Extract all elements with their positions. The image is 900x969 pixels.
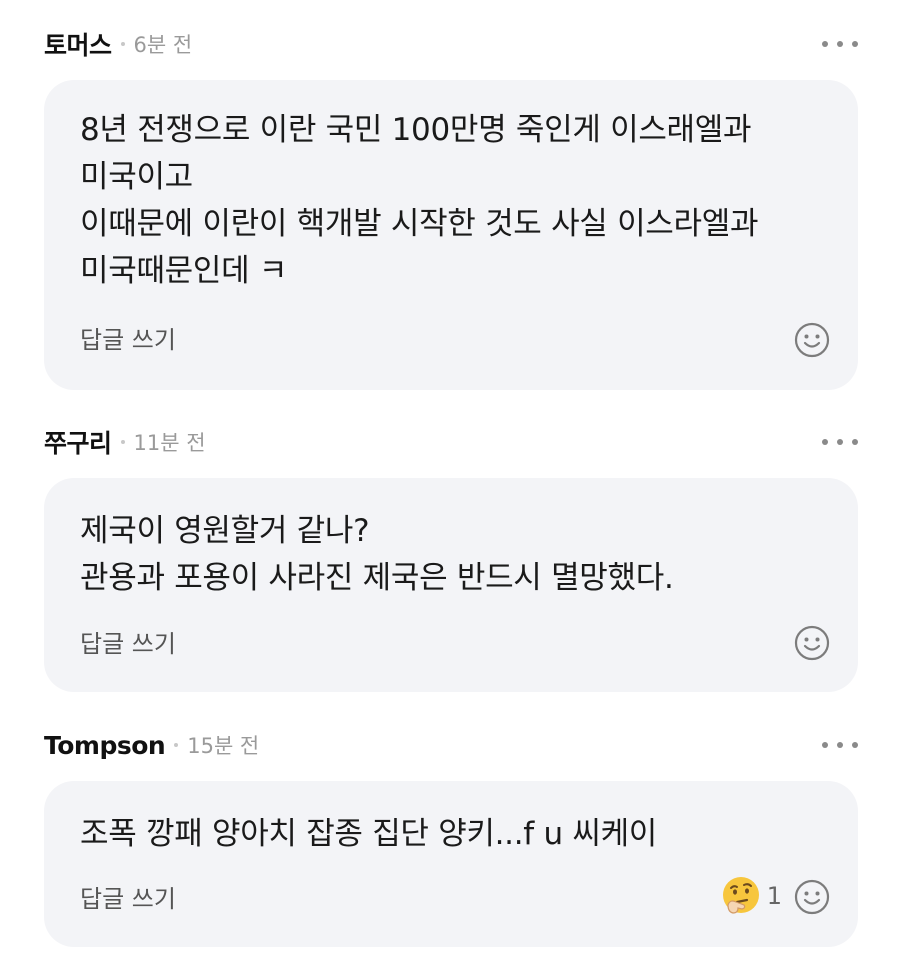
more-dot <box>822 439 828 445</box>
reply-button[interactable]: 답글 쓰기 <box>80 879 176 914</box>
comment-time: 15분 전 <box>187 734 260 758</box>
comment-time: 6분 전 <box>133 33 193 57</box>
separator-dot <box>174 743 179 747</box>
separator-dot <box>120 42 125 46</box>
comment-bubble: 제국이 영원할거 같나? 관용과 포용이 사라진 제국은 반드시 멸망했다. 답… <box>44 478 858 692</box>
thinking-face-icon[interactable] <box>720 875 762 917</box>
comment-text: 조폭 깡패 양아치 잡종 집단 양키...f u 씨케이 <box>80 816 658 852</box>
separator-dot <box>120 440 125 444</box>
comment-item: 쭈구리 11분 전 제국이 영원할거 같나? 관용과 포용이 사라진 제국은 반… <box>0 422 900 694</box>
comment-author[interactable]: 쭈구리 <box>44 424 112 460</box>
comment-header: Tompson 15분 전 <box>44 725 259 765</box>
more-options-icon[interactable] <box>822 725 858 765</box>
more-options-icon[interactable] <box>822 24 858 64</box>
more-dot <box>852 41 858 47</box>
more-options-icon[interactable] <box>822 422 858 462</box>
comment-item: Tompson 15분 전 조폭 깡패 양아치 잡종 집단 양키...f u 씨… <box>0 725 900 949</box>
smiley-face-icon[interactable] <box>794 322 830 358</box>
comment-header: 쭈구리 11분 전 <box>44 422 206 462</box>
comment-item: 토머스 6분 전 8년 전쟁으로 이란 국민 100만명 죽인게 이스래엘과 미… <box>0 24 900 392</box>
smiley-face-icon[interactable] <box>794 625 830 661</box>
reply-button[interactable]: 답글 쓰기 <box>80 320 176 355</box>
comment-bubble: 8년 전쟁으로 이란 국민 100만명 죽인게 이스래엘과 미국이고 이때문에 … <box>44 80 858 390</box>
comment-header: 토머스 6분 전 <box>44 24 192 64</box>
more-dot <box>837 41 843 47</box>
more-dot <box>822 41 828 47</box>
comment-author[interactable]: Tompson <box>44 731 166 760</box>
more-dot <box>837 742 843 748</box>
comment-author[interactable]: 토머스 <box>44 26 112 62</box>
smiley-face-icon[interactable] <box>794 879 830 915</box>
more-dot <box>852 742 858 748</box>
reply-button[interactable]: 답글 쓰기 <box>80 624 176 659</box>
more-dot <box>822 742 828 748</box>
comment-text: 8년 전쟁으로 이란 국민 100만명 죽인게 이스래엘과 미국이고 이때문에 … <box>80 112 759 289</box>
more-dot <box>852 439 858 445</box>
comment-time: 11분 전 <box>133 431 206 455</box>
more-dot <box>837 439 843 445</box>
comment-text: 제국이 영원할거 같나? 관용과 포용이 사라진 제국은 반드시 멸망했다. <box>80 513 674 596</box>
reaction-count: 1 <box>766 882 782 910</box>
comment-bubble: 조폭 깡패 양아치 잡종 집단 양키...f u 씨케이 답글 쓰기 1 <box>44 781 858 947</box>
